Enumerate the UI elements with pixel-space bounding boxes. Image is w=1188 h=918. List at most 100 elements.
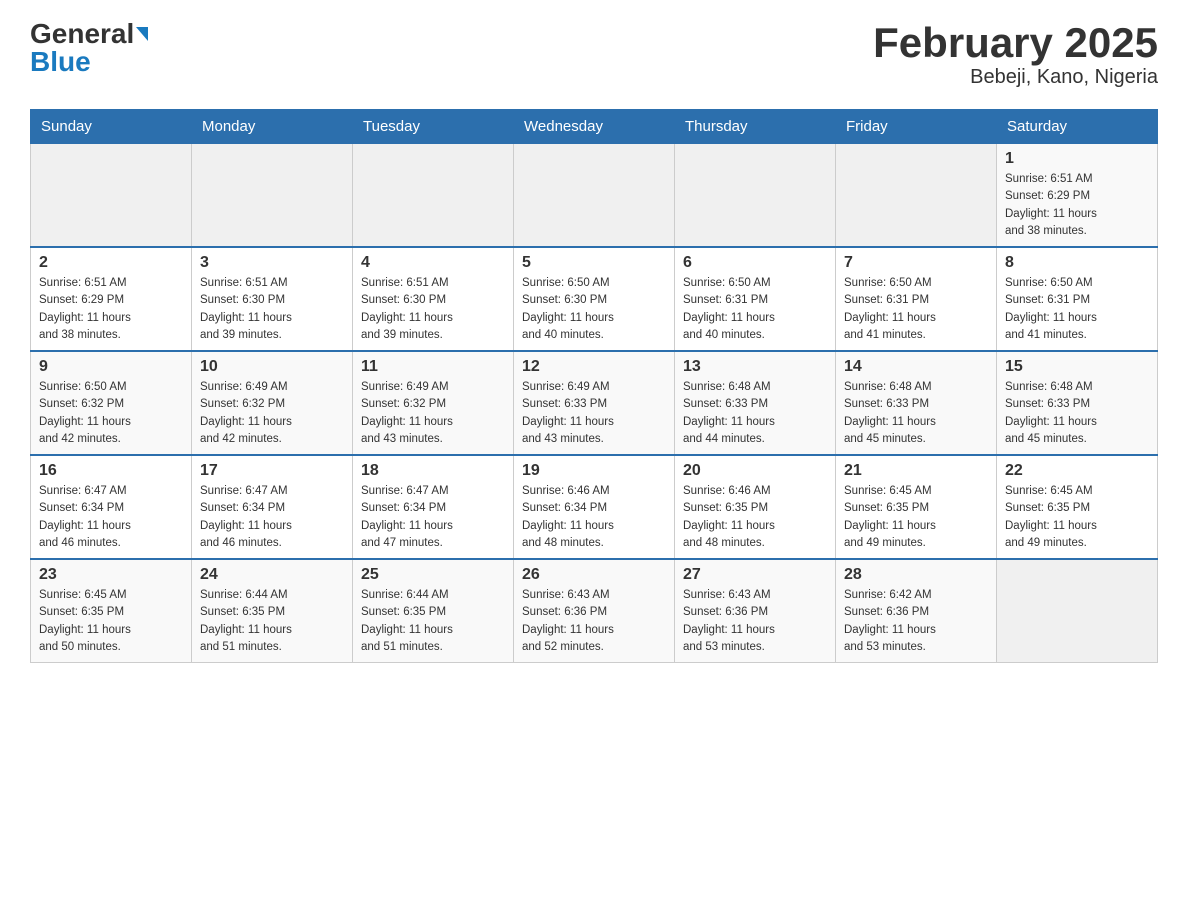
day-number: 15 — [1005, 358, 1149, 376]
day-number: 5 — [522, 254, 666, 272]
day-number: 23 — [39, 566, 183, 584]
day-info: Sunrise: 6:45 AM Sunset: 6:35 PM Dayligh… — [39, 587, 183, 656]
day-number: 14 — [844, 358, 988, 376]
day-cell-w1d4 — [514, 144, 675, 248]
day-cell-w3d4: 12Sunrise: 6:49 AM Sunset: 6:33 PM Dayli… — [514, 351, 675, 455]
day-cell-w2d5: 6 Sunrise: 6:50 AM Sunset: 6:31 PM Daylig… — [675, 247, 836, 351]
day-cell-w4d7: 22Sunrise: 6:45 AM Sunset: 6:35 PM Dayli… — [997, 455, 1158, 559]
day-cell-w1d7: 1 Sunrise: 6:51 AM Sunset: 6:29 PM Daylig… — [997, 144, 1158, 248]
day-number: 24 — [200, 566, 344, 584]
day-cell-w4d2: 17 Sunrise: 6:47 AM Sunset: 6:34 PM Dayli… — [192, 455, 353, 559]
day-info: Sunrise: 6:43 AM Sunset: 6:36 PM Dayligh… — [522, 587, 666, 656]
day-cell-w3d7: 15 Sunrise: 6:48 AM Sunset: 6:33 PM Dayli… — [997, 351, 1158, 455]
day-cell-w4d1: 16 Sunrise: 6:47 AM Sunset: 6:34 PM Dayli… — [31, 455, 192, 559]
col-thursday: Thursday — [675, 110, 836, 144]
day-info: Sunrise: 6:50 AM Sunset: 6:31 PM Dayligh… — [1005, 275, 1149, 344]
day-number: 10 — [200, 358, 344, 376]
day-cell-w5d1: 23 Sunrise: 6:45 AM Sunset: 6:35 PM Dayli… — [31, 559, 192, 663]
day-cell-w5d7 — [997, 559, 1158, 663]
day-number: 12 — [522, 358, 666, 376]
day-info: Sunrise: 6:49 AM Sunset: 6:32 PM Dayligh… — [200, 379, 344, 448]
logo-blue-text: Blue — [30, 48, 91, 76]
day-info: Sunrise: 6:44 AM Sunset: 6:35 PM Dayligh… — [361, 587, 505, 656]
week-row-2: 2 Sunrise: 6:51 AM Sunset: 6:29 PM Daylig… — [31, 247, 1158, 351]
days-of-week-row: Sunday Monday Tuesday Wednesday Thursday… — [31, 110, 1158, 144]
day-cell-w5d2: 24Sunrise: 6:44 AM Sunset: 6:35 PM Dayli… — [192, 559, 353, 663]
day-cell-w1d1 — [31, 144, 192, 248]
col-tuesday: Tuesday — [353, 110, 514, 144]
week-row-5: 23 Sunrise: 6:45 AM Sunset: 6:35 PM Dayli… — [31, 559, 1158, 663]
day-cell-w2d1: 2 Sunrise: 6:51 AM Sunset: 6:29 PM Daylig… — [31, 247, 192, 351]
day-info: Sunrise: 6:43 AM Sunset: 6:36 PM Dayligh… — [683, 587, 827, 656]
day-number: 21 — [844, 462, 988, 480]
day-cell-w2d3: 4 Sunrise: 6:51 AM Sunset: 6:30 PM Daylig… — [353, 247, 514, 351]
day-number: 16 — [39, 462, 183, 480]
day-cell-w3d3: 11 Sunrise: 6:49 AM Sunset: 6:32 PM Dayli… — [353, 351, 514, 455]
day-number: 8 — [1005, 254, 1149, 272]
day-cell-w4d4: 19 Sunrise: 6:46 AM Sunset: 6:34 PM Dayli… — [514, 455, 675, 559]
day-number: 11 — [361, 358, 505, 376]
day-info: Sunrise: 6:48 AM Sunset: 6:33 PM Dayligh… — [683, 379, 827, 448]
day-number: 26 — [522, 566, 666, 584]
day-cell-w4d5: 20Sunrise: 6:46 AM Sunset: 6:35 PM Dayli… — [675, 455, 836, 559]
day-number: 6 — [683, 254, 827, 272]
day-number: 9 — [39, 358, 183, 376]
day-cell-w1d3 — [353, 144, 514, 248]
day-number: 2 — [39, 254, 183, 272]
day-info: Sunrise: 6:50 AM Sunset: 6:32 PM Dayligh… — [39, 379, 183, 448]
day-number: 25 — [361, 566, 505, 584]
page-header: General Blue February 2025 Bebeji, Kano,… — [30, 20, 1158, 89]
logo-general-text: General — [30, 20, 134, 48]
day-info: Sunrise: 6:50 AM Sunset: 6:30 PM Dayligh… — [522, 275, 666, 344]
calendar-subtitle: Bebeji, Kano, Nigeria — [873, 66, 1158, 89]
calendar-header: Sunday Monday Tuesday Wednesday Thursday… — [31, 110, 1158, 144]
day-info: Sunrise: 6:50 AM Sunset: 6:31 PM Dayligh… — [683, 275, 827, 344]
day-cell-w2d7: 8 Sunrise: 6:50 AM Sunset: 6:31 PM Daylig… — [997, 247, 1158, 351]
day-number: 28 — [844, 566, 988, 584]
day-number: 3 — [200, 254, 344, 272]
calendar-table: Sunday Monday Tuesday Wednesday Thursday… — [30, 109, 1158, 663]
day-info: Sunrise: 6:51 AM Sunset: 6:29 PM Dayligh… — [39, 275, 183, 344]
day-cell-w3d6: 14 Sunrise: 6:48 AM Sunset: 6:33 PM Dayli… — [836, 351, 997, 455]
day-info: Sunrise: 6:49 AM Sunset: 6:32 PM Dayligh… — [361, 379, 505, 448]
day-number: 7 — [844, 254, 988, 272]
day-cell-w2d4: 5 Sunrise: 6:50 AM Sunset: 6:30 PM Daylig… — [514, 247, 675, 351]
day-number: 22 — [1005, 462, 1149, 480]
week-row-1: 1 Sunrise: 6:51 AM Sunset: 6:29 PM Daylig… — [31, 144, 1158, 248]
day-info: Sunrise: 6:51 AM Sunset: 6:29 PM Dayligh… — [1005, 171, 1149, 240]
week-row-4: 16 Sunrise: 6:47 AM Sunset: 6:34 PM Dayli… — [31, 455, 1158, 559]
day-cell-w1d2 — [192, 144, 353, 248]
col-friday: Friday — [836, 110, 997, 144]
day-number: 27 — [683, 566, 827, 584]
day-info: Sunrise: 6:47 AM Sunset: 6:34 PM Dayligh… — [39, 483, 183, 552]
title-block: February 2025 Bebeji, Kano, Nigeria — [873, 20, 1158, 89]
col-saturday: Saturday — [997, 110, 1158, 144]
logo: General Blue — [30, 20, 148, 76]
day-number: 17 — [200, 462, 344, 480]
calendar-title: February 2025 — [873, 20, 1158, 66]
day-info: Sunrise: 6:51 AM Sunset: 6:30 PM Dayligh… — [361, 275, 505, 344]
day-cell-w5d4: 26 Sunrise: 6:43 AM Sunset: 6:36 PM Dayli… — [514, 559, 675, 663]
day-cell-w2d2: 3 Sunrise: 6:51 AM Sunset: 6:30 PM Daylig… — [192, 247, 353, 351]
col-monday: Monday — [192, 110, 353, 144]
day-info: Sunrise: 6:48 AM Sunset: 6:33 PM Dayligh… — [844, 379, 988, 448]
day-number: 4 — [361, 254, 505, 272]
day-number: 1 — [1005, 150, 1149, 168]
day-cell-w3d5: 13Sunrise: 6:48 AM Sunset: 6:33 PM Dayli… — [675, 351, 836, 455]
day-cell-w4d6: 21Sunrise: 6:45 AM Sunset: 6:35 PM Dayli… — [836, 455, 997, 559]
day-cell-w5d6: 28 Sunrise: 6:42 AM Sunset: 6:36 PM Dayli… — [836, 559, 997, 663]
day-number: 20 — [683, 462, 827, 480]
day-info: Sunrise: 6:46 AM Sunset: 6:34 PM Dayligh… — [522, 483, 666, 552]
day-cell-w5d5: 27 Sunrise: 6:43 AM Sunset: 6:36 PM Dayli… — [675, 559, 836, 663]
day-info: Sunrise: 6:51 AM Sunset: 6:30 PM Dayligh… — [200, 275, 344, 344]
day-cell-w5d3: 25 Sunrise: 6:44 AM Sunset: 6:35 PM Dayli… — [353, 559, 514, 663]
day-info: Sunrise: 6:50 AM Sunset: 6:31 PM Dayligh… — [844, 275, 988, 344]
day-cell-w1d5 — [675, 144, 836, 248]
day-info: Sunrise: 6:47 AM Sunset: 6:34 PM Dayligh… — [361, 483, 505, 552]
day-info: Sunrise: 6:42 AM Sunset: 6:36 PM Dayligh… — [844, 587, 988, 656]
day-number: 19 — [522, 462, 666, 480]
day-info: Sunrise: 6:48 AM Sunset: 6:33 PM Dayligh… — [1005, 379, 1149, 448]
day-info: Sunrise: 6:47 AM Sunset: 6:34 PM Dayligh… — [200, 483, 344, 552]
day-cell-w3d1: 9 Sunrise: 6:50 AM Sunset: 6:32 PM Daylig… — [31, 351, 192, 455]
day-cell-w2d6: 7 Sunrise: 6:50 AM Sunset: 6:31 PM Daylig… — [836, 247, 997, 351]
